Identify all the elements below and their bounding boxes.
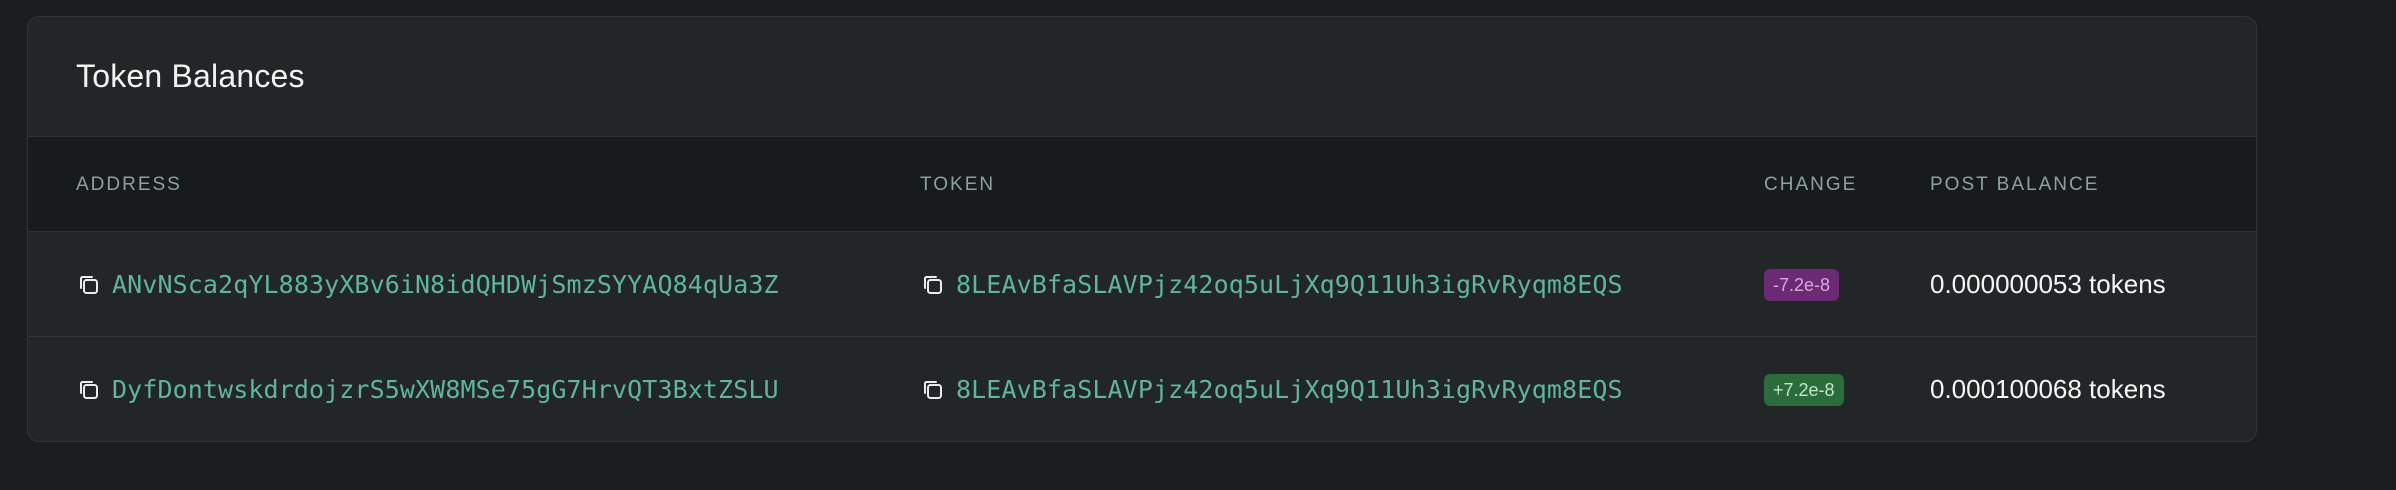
token-balances-card: Token Balances ADDRESS TOKEN CHANGE POST… [27, 16, 2257, 442]
post-balance-value: 0.000100068 tokens [1930, 374, 2166, 404]
address-cell: DyfDontwskdrdojzrS5wXW8MSe75gG7HrvQT3Bxt… [76, 337, 779, 441]
table-row: ANvNSca2qYL883yXBv6iN8idQHDWjSmzSYYAQ84q… [28, 232, 2256, 337]
column-header-change: CHANGE [1764, 173, 1858, 195]
copy-icon[interactable] [76, 377, 102, 403]
token-cell: 8LEAvBfaSLAVPjz42oq5uLjXq9Q11Uh3igRvRyqm… [920, 232, 1623, 337]
card-header: Token Balances [28, 17, 2256, 137]
address-cell: ANvNSca2qYL883yXBv6iN8idQHDWjSmzSYYAQ84q… [76, 232, 779, 337]
post-balance-cell: 0.000100068 tokens [1930, 337, 2166, 441]
post-balance-value: 0.000000053 tokens [1930, 269, 2166, 299]
token-link[interactable]: 8LEAvBfaSLAVPjz42oq5uLjXq9Q11Uh3igRvRyqm… [956, 375, 1623, 404]
change-cell: -7.2e-8 [1764, 232, 1840, 337]
address-link[interactable]: ANvNSca2qYL883yXBv6iN8idQHDWjSmzSYYAQ84q… [112, 270, 779, 299]
change-badge: -7.2e-8 [1764, 268, 1840, 301]
copy-icon[interactable] [920, 272, 946, 298]
column-header-token: TOKEN [920, 173, 996, 195]
token-cell: 8LEAvBfaSLAVPjz42oq5uLjXq9Q11Uh3igRvRyqm… [920, 337, 1623, 441]
token-link[interactable]: 8LEAvBfaSLAVPjz42oq5uLjXq9Q11Uh3igRvRyqm… [956, 270, 1623, 299]
table-row: DyfDontwskdrdojzrS5wXW8MSe75gG7HrvQT3Bxt… [28, 337, 2256, 441]
card-title: Token Balances [76, 58, 305, 94]
copy-icon[interactable] [76, 272, 102, 298]
change-cell: +7.2e-8 [1764, 337, 1844, 441]
column-header-post-balance: POST BALANCE [1930, 173, 2100, 195]
post-balance-cell: 0.000000053 tokens [1930, 232, 2166, 337]
copy-icon[interactable] [920, 377, 946, 403]
column-header-address: ADDRESS [76, 173, 182, 195]
address-link[interactable]: DyfDontwskdrdojzrS5wXW8MSe75gG7HrvQT3Bxt… [112, 375, 779, 404]
table-header: ADDRESS TOKEN CHANGE POST BALANCE [28, 137, 2256, 232]
change-badge: +7.2e-8 [1764, 373, 1844, 406]
